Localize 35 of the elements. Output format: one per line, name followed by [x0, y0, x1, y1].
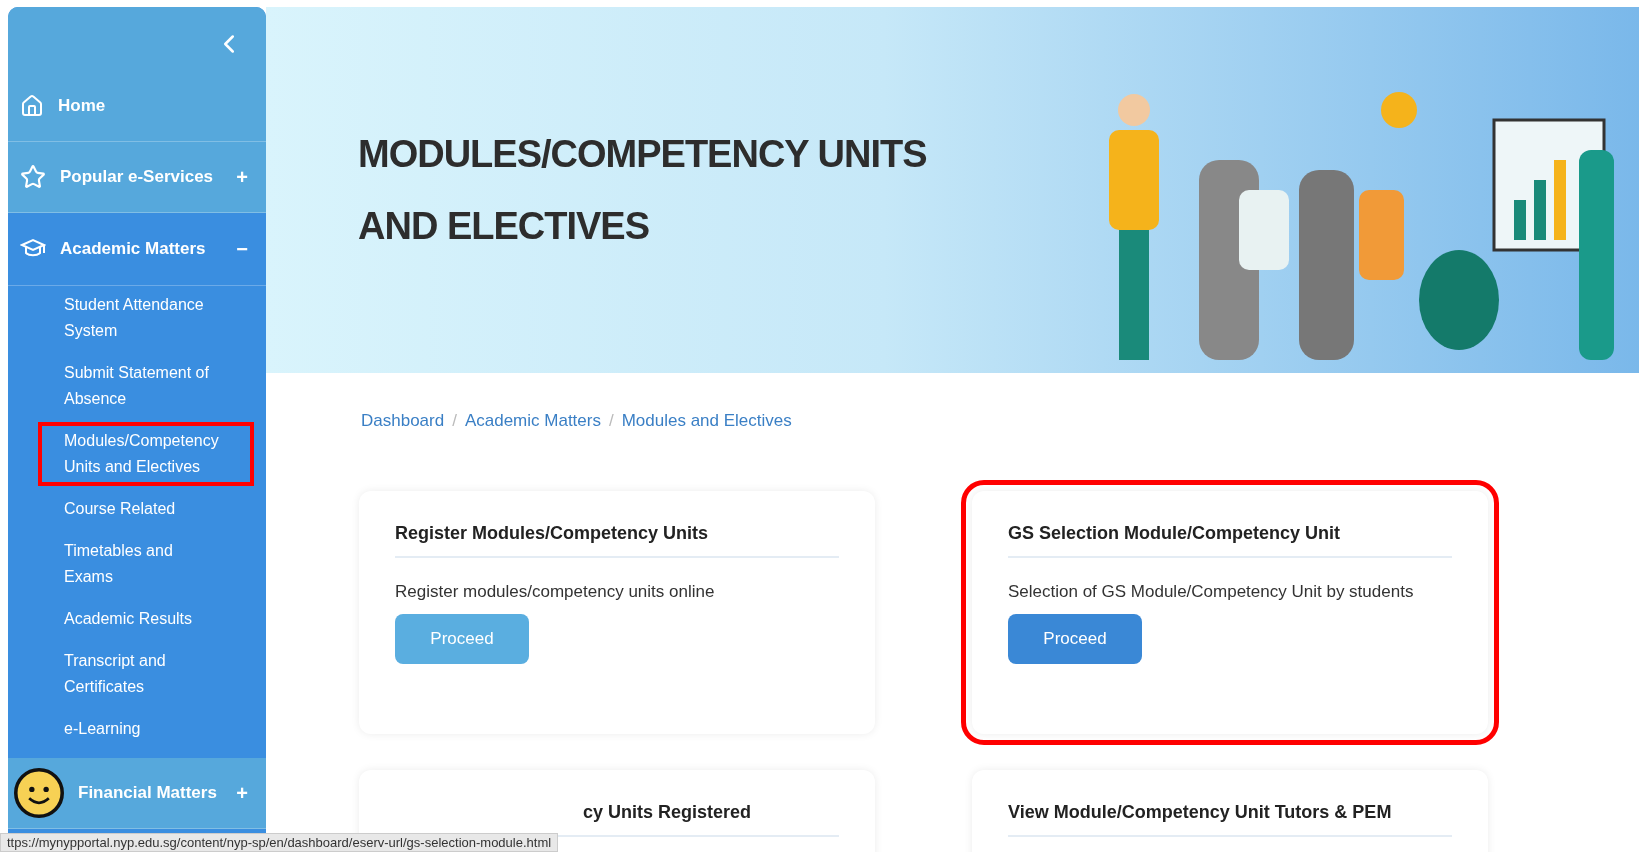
smiley-avatar-icon[interactable] [14, 768, 64, 818]
sidebar-item[interactable]: Home [8, 71, 266, 142]
breadcrumb-link[interactable]: Modules and Electives [621, 411, 792, 431]
sidebar-item-label: Academic Matters [60, 239, 207, 259]
sidebar-item-label: Financial Matters [78, 783, 218, 803]
status-bar-url: ttps://mynypportal.nyp.edu.sg/content/nyp-sp/en/dashboard/eserv-url/gs-selection-module.html [0, 833, 559, 852]
page-title: MODULES/COMPETENCY UNITS AND ELECTIVES [358, 132, 928, 249]
sidebar-item[interactable]: Popular e-Services + [8, 142, 266, 213]
sidebar-item-label: Popular e-Services [60, 167, 215, 187]
toggle-sign[interactable]: + [236, 165, 248, 189]
card-description: Selection of GS Module/Competency Unit by students [1008, 582, 1415, 602]
breadcrumb-link[interactable]: Dashboard [361, 411, 445, 431]
card-description: Register modules/competency units online [395, 582, 716, 602]
breadcrumb-separator: / [608, 411, 614, 431]
sidebar-item-label: Home [58, 96, 107, 116]
card-title: View Module/Competency Unit Tutors & PEM [1008, 802, 1452, 837]
sidebar-item[interactable]: Financial Matters + [8, 758, 266, 829]
proceed-button[interactable]: Proceed [395, 614, 529, 664]
submenu-link[interactable]: Transcript and Certificates [38, 642, 254, 706]
submenu-link[interactable]: Modules/Competency Units and Electives [38, 422, 254, 486]
star-icon [20, 164, 46, 190]
proceed-button[interactable]: Proceed [1008, 614, 1142, 664]
submenu-link[interactable]: Course Related [38, 490, 254, 528]
submenu-link[interactable]: Student Attendance System [38, 286, 254, 350]
home-icon [20, 94, 44, 118]
toggle-sign[interactable]: + [236, 781, 248, 805]
submenu-link[interactable]: Submit Statement of Absence [38, 354, 254, 418]
breadcrumb-link[interactable]: Academic Matters [464, 411, 601, 431]
card-title: Register Modules/Competency Units [395, 523, 839, 558]
breadcrumb-separator: / [452, 411, 457, 431]
card-title: GS Selection Module/Competency Unit [1008, 523, 1452, 558]
toggle-sign[interactable]: − [236, 237, 248, 261]
submenu-link[interactable]: Academic Results [38, 600, 254, 638]
submenu-link[interactable]: e-Learning [38, 710, 254, 748]
submenu-link[interactable]: Timetables and Exams [38, 532, 254, 596]
